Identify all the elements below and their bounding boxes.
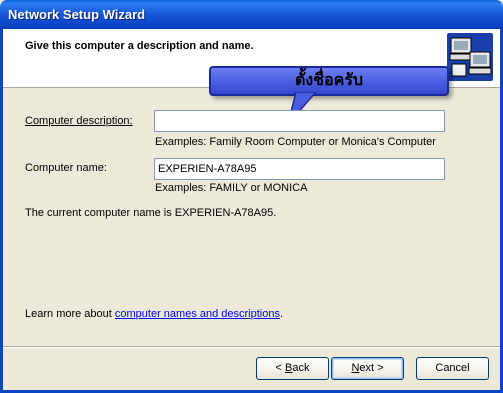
name-field[interactable]: EXPERIEN-A78A95 — [154, 158, 445, 180]
description-field[interactable] — [154, 110, 445, 132]
name-hint: Examples: FAMILY or MONICA — [155, 182, 308, 194]
description-hint: Examples: Family Room Computer or Monica… — [155, 136, 436, 148]
name-label: Computer name: — [25, 162, 107, 174]
button-separator — [3, 346, 500, 348]
page-heading: Give this computer a description and nam… — [25, 40, 254, 52]
annotation-callout: ตั้งชื่อครับ — [209, 66, 449, 96]
current-name-text: The current computer name is EXPERIEN-A7… — [25, 207, 277, 219]
window-title: Network Setup Wizard — [8, 7, 146, 22]
back-button[interactable]: < Back — [256, 357, 329, 380]
title-bar[interactable]: Network Setup Wizard — [0, 0, 503, 29]
learn-more-suffix: . — [279, 308, 284, 320]
learn-more-prefix: Learn more about — [25, 308, 115, 320]
learn-more-line: Learn more about computer names and desc… — [25, 308, 283, 320]
network-computers-icon — [447, 33, 493, 81]
computer-names-link[interactable]: computer names and descriptions — [115, 308, 280, 320]
cancel-button[interactable]: Cancel — [416, 357, 489, 380]
description-label: Computer description: — [25, 115, 133, 127]
next-button[interactable]: Next > — [331, 357, 404, 380]
